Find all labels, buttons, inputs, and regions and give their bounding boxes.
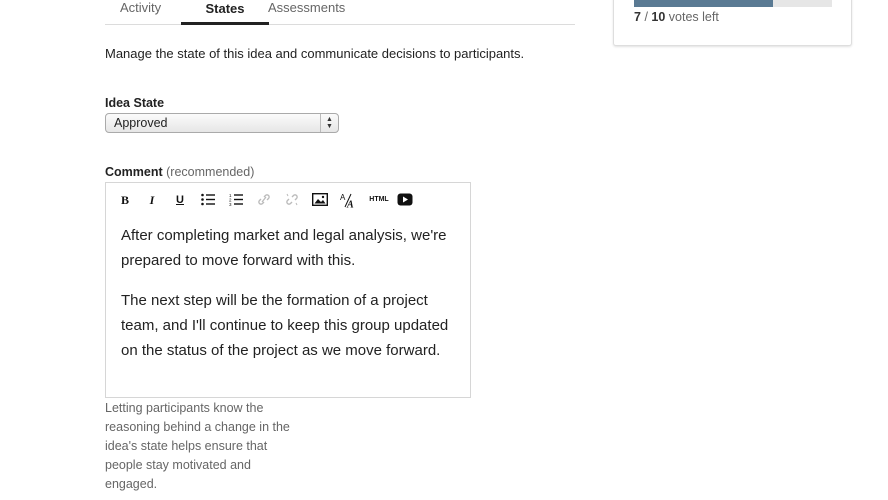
votes-used: 7 — [634, 10, 641, 24]
bulleted-list-icon[interactable] — [199, 191, 217, 209]
underline-icon[interactable]: U — [171, 191, 189, 209]
select-arrows-icon: ▲ ▼ — [320, 114, 338, 132]
votes-left-text: 7 / 10 votes left — [634, 10, 719, 24]
comment-editor[interactable]: B I U 123 AA HTML After completing marke… — [105, 182, 471, 398]
video-icon[interactable] — [396, 191, 414, 209]
votes-card: 7 / 10 votes left — [613, 0, 852, 46]
idea-state-value: Approved — [114, 116, 168, 130]
comment-help-text: Letting participants know the reasoning … — [105, 401, 290, 491]
votes-suffix: votes left — [668, 10, 719, 24]
italic-icon[interactable]: I — [143, 191, 161, 209]
votes-separator: / — [644, 10, 648, 24]
font-size-icon[interactable]: AA — [339, 191, 357, 209]
image-icon[interactable] — [311, 191, 329, 209]
numbered-list-icon[interactable]: 123 — [227, 191, 245, 209]
tab-activity[interactable]: Activity — [120, 0, 161, 25]
svg-text:3: 3 — [229, 202, 232, 206]
unlink-icon[interactable] — [283, 191, 301, 209]
comment-paragraph: After completing market and legal analys… — [121, 227, 447, 269]
comment-hint: (recommended) — [166, 165, 255, 179]
html-icon[interactable]: HTML — [367, 191, 391, 209]
tab-assessments[interactable]: Assessments — [268, 0, 345, 25]
svg-text:A: A — [340, 193, 346, 202]
idea-state-label: Idea State — [105, 96, 165, 110]
votes-progress-bar — [634, 0, 832, 7]
idea-tabs: Activity States Assessments — [105, 0, 575, 25]
comment-label-text: Comment — [105, 165, 163, 179]
svg-text:A: A — [346, 200, 354, 209]
bold-icon[interactable]: B — [116, 191, 134, 209]
votes-total: 10 — [651, 10, 666, 24]
comment-label: Comment (recommended) — [105, 165, 254, 179]
tab-states[interactable]: States — [181, 0, 269, 25]
states-description: Manage the state of this idea and commun… — [105, 46, 525, 61]
votes-progress-fill — [634, 0, 773, 7]
link-icon[interactable] — [255, 191, 273, 209]
idea-state-select[interactable]: Approved ▲ ▼ — [105, 113, 339, 133]
comment-paragraph: The next step will be the formation of a… — [121, 292, 449, 359]
comment-content[interactable]: After completing market and legal analys… — [121, 223, 466, 378]
